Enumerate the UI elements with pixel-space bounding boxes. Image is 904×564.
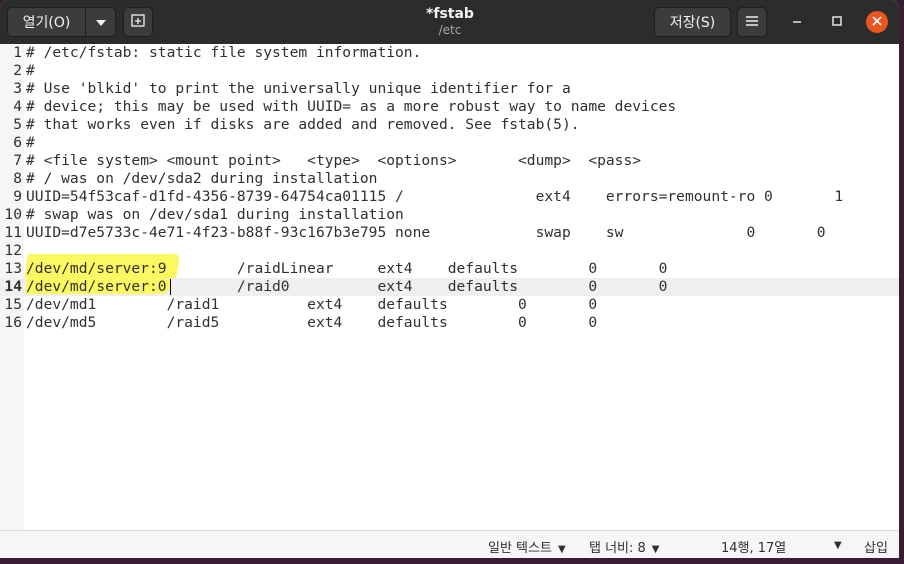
line-number: 7: [13, 152, 22, 169]
line-text: # device; this may be used with UUID= as…: [26, 98, 677, 115]
editor-line[interactable]: 5 # that works even if disks are added an…: [0, 116, 899, 134]
minimize-button[interactable]: [786, 11, 808, 33]
cursor-position-label: 14행, 17열: [721, 541, 787, 556]
line-number: 5: [13, 116, 22, 133]
editor-line[interactable]: 9 UUID=54f53caf-d1fd-4356-8739-64754ca011…: [0, 188, 899, 206]
chevron-down-icon: [95, 14, 106, 30]
line-number: 1: [13, 44, 22, 61]
document-path: /etc: [438, 23, 462, 37]
save-button[interactable]: 저장(S): [654, 7, 731, 37]
document-title: *fstab: [426, 6, 474, 22]
editor-line[interactable]: 11 UUID=d7e5733c-4e71-4f23-b88f-93c167b3e…: [0, 224, 899, 242]
status-bar: 일반 텍스트 ▼ 탭 너비: 8 ▼ 14행, 17열 ▼ 삽입: [0, 530, 899, 558]
text-cursor: [170, 279, 171, 295]
line-text: #: [26, 62, 35, 79]
language-label: 일반 텍스트: [488, 541, 552, 556]
line-number: 8: [13, 170, 22, 187]
editor-line[interactable]: 6 #: [0, 134, 899, 152]
line-number: 13: [4, 260, 22, 277]
new-tab-button[interactable]: [123, 7, 153, 37]
line-text: # /etc/fstab: static file system informa…: [26, 44, 422, 61]
line-number: 3: [13, 80, 22, 97]
cursor-position[interactable]: 14행, 17열: [721, 537, 786, 556]
maximize-button[interactable]: [826, 11, 848, 33]
editor-line[interactable]: 14/dev/md/server:0 /raid0 ext4 defaults …: [0, 278, 899, 296]
language-selector[interactable]: 일반 텍스트 ▼: [488, 537, 566, 556]
open-button[interactable]: 열기(O): [7, 7, 86, 37]
tab-width-selector[interactable]: 탭 너비: 8 ▼: [589, 537, 660, 556]
line-text: UUID=54f53caf-d1fd-4356-8739-64754ca0111…: [26, 188, 844, 205]
editor-line[interactable]: 4 # device; this may be used with UUID= a…: [0, 98, 899, 116]
text-editor[interactable]: 1 # /etc/fstab: static file system inform…: [0, 44, 899, 530]
tab-width-label: 탭 너비: 8: [589, 541, 646, 556]
line-number: 6: [13, 134, 22, 151]
close-icon: [872, 14, 882, 30]
line-number: 2: [13, 62, 22, 79]
line-text: UUID=d7e5733c-4e71-4f23-b88f-93c167b3e79…: [26, 224, 826, 241]
line-text: /dev/md/server:9 /raidLinear ext4 defaul…: [26, 260, 668, 277]
save-button-label: 저장(S): [669, 15, 716, 31]
editor-line[interactable]: 3 # Use 'blkid' to print the universally …: [0, 80, 899, 98]
maximize-icon: [832, 14, 842, 30]
chevron-down-icon: ▼: [557, 544, 566, 555]
editor-line[interactable]: 15/dev/md1 /raid1 ext4 defaults 0 0: [0, 296, 899, 314]
close-button[interactable]: [866, 11, 888, 33]
hamburger-menu-icon: [746, 14, 758, 30]
editor-line[interactable]: 16/dev/md5 /raid5 ext4 defaults 0 0: [0, 314, 899, 332]
open-menu-button[interactable]: [86, 7, 116, 37]
menu-button[interactable]: [737, 7, 767, 37]
position-menu[interactable]: ▼: [828, 537, 842, 552]
editor-line[interactable]: 2 #: [0, 62, 899, 80]
line-number: 15: [4, 296, 22, 313]
gedit-window: 열기(O) *fstab /etc 저장(S) 1 # /etc/fstab: …: [0, 0, 899, 558]
minimize-icon: [792, 14, 802, 30]
line-text: /dev/md5 /raid5 ext4 defaults 0 0: [26, 314, 598, 331]
line-number: 11: [4, 224, 22, 241]
line-text: # that works even if disks are added and…: [26, 116, 580, 133]
line-text: #: [26, 134, 35, 151]
line-text: /dev/md1 /raid1 ext4 defaults 0 0: [26, 296, 598, 313]
line-text: # Use 'blkid' to print the universally u…: [26, 80, 571, 97]
line-number: 10: [4, 206, 22, 223]
insert-mode[interactable]: 삽입: [864, 537, 888, 556]
insert-mode-label: 삽입: [864, 541, 888, 556]
line-number: 14: [4, 278, 22, 295]
chevron-down-icon: ▼: [834, 540, 842, 551]
line-number: 16: [4, 314, 22, 331]
editor-line[interactable]: 1 # /etc/fstab: static file system inform…: [0, 44, 899, 62]
editor-line[interactable]: 8 # / was on /dev/sda2 during installatio…: [0, 170, 899, 188]
line-number: 9: [13, 188, 22, 205]
new-tab-icon: [131, 13, 145, 31]
line-text: # <file system> <mount point> <type> <op…: [26, 152, 642, 169]
title-block: *fstab /etc: [300, 6, 600, 38]
line-text: # swap was on /dev/sda1 during installat…: [26, 206, 404, 223]
editor-line[interactable]: 10 # swap was on /dev/sda1 during install…: [0, 206, 899, 224]
line-number: 4: [13, 98, 22, 115]
line-text: /dev/md/server:0 /raid0 ext4 defaults 0 …: [26, 278, 668, 295]
open-button-label: 열기(O): [22, 15, 71, 31]
editor-line[interactable]: 7 # <file system> <mount point> <type> <o…: [0, 152, 899, 170]
line-text: # / was on /dev/sda2 during installation: [26, 170, 378, 187]
editor-line[interactable]: 13/dev/md/server:9 /raidLinear ext4 defa…: [0, 254, 899, 282]
chevron-down-icon: ▼: [651, 544, 660, 555]
line-number: 12: [4, 242, 22, 259]
title-bar: 열기(O) *fstab /etc 저장(S): [0, 0, 899, 44]
